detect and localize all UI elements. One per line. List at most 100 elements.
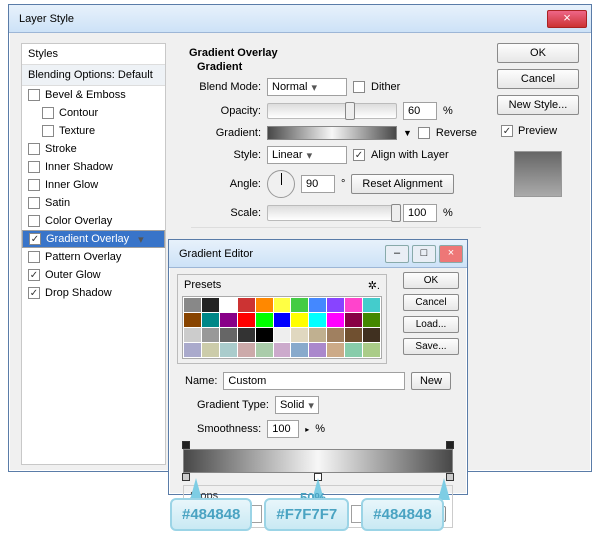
dither-checkbox[interactable] [353,81,365,93]
blend-mode-select[interactable]: Normal [267,78,347,96]
name-input[interactable]: Custom [223,372,405,390]
angle-dial[interactable] [267,170,295,198]
preset-swatch[interactable] [202,328,219,342]
opacity-stop-right[interactable] [446,441,454,449]
style-item[interactable]: Satin [22,194,165,212]
style-item[interactable]: Texture [22,122,165,140]
preset-swatch[interactable] [274,298,291,312]
preset-swatch[interactable] [184,343,201,357]
preset-swatch[interactable] [309,298,326,312]
gradient-bar[interactable] [183,449,453,473]
preset-swatch[interactable] [184,313,201,327]
preset-swatch[interactable] [202,343,219,357]
preset-swatch[interactable] [363,343,380,357]
ge-save-button[interactable]: Save... [403,338,459,355]
align-checkbox[interactable]: ✓ [353,149,365,161]
preset-swatch[interactable] [202,313,219,327]
style-checkbox[interactable]: ✓ [29,233,41,245]
style-item[interactable]: Pattern Overlay [22,248,165,266]
preset-swatch[interactable] [274,343,291,357]
ge-load-button[interactable]: Load... [403,316,459,333]
style-item[interactable]: ✓Drop Shadow [22,284,165,302]
style-item[interactable]: ✓Outer Glow [22,266,165,284]
preset-swatch[interactable] [345,313,362,327]
preset-swatch[interactable] [309,313,326,327]
preset-swatch[interactable] [202,298,219,312]
preset-swatch[interactable] [363,298,380,312]
style-checkbox[interactable] [28,251,40,263]
ge-close-icon[interactable]: × [439,245,463,263]
scale-value[interactable]: 100 [403,204,437,222]
style-checkbox[interactable] [28,161,40,173]
preset-swatch[interactable] [274,328,291,342]
preset-swatch[interactable] [309,343,326,357]
gradient-preview[interactable] [267,126,397,140]
preset-swatch[interactable] [309,328,326,342]
styles-header[interactable]: Styles [22,44,165,65]
preset-swatch[interactable] [291,298,308,312]
preset-swatch[interactable] [256,298,273,312]
angle-value[interactable]: 90 [301,175,335,193]
style-checkbox[interactable]: ✓ [28,287,40,299]
style-checkbox[interactable]: ✓ [28,269,40,281]
styles-subheader[interactable]: Blending Options: Default [22,65,165,86]
style-item[interactable]: Stroke [22,140,165,158]
style-checkbox[interactable] [28,143,40,155]
ge-ok-button[interactable]: OK [403,272,459,289]
opacity-value[interactable]: 60 [403,102,437,120]
preset-swatch[interactable] [327,343,344,357]
ge-cancel-button[interactable]: Cancel [403,294,459,311]
opacity-stop-left[interactable] [182,441,190,449]
minimize-icon[interactable]: – [385,245,409,263]
gradient-type-select[interactable]: Solid [275,396,319,414]
preset-swatch[interactable] [291,328,308,342]
close-icon[interactable]: × [547,10,587,28]
preset-swatch[interactable] [238,343,255,357]
preset-swatch[interactable] [363,313,380,327]
preset-swatch[interactable] [345,343,362,357]
style-item[interactable]: Color Overlay [22,212,165,230]
style-checkbox[interactable] [42,125,54,137]
preset-swatch[interactable] [327,313,344,327]
reverse-checkbox[interactable] [418,127,430,139]
preset-swatch[interactable] [220,343,237,357]
preview-checkbox[interactable]: ✓ [501,125,513,137]
smoothness-value[interactable]: 100 [267,420,299,438]
style-item[interactable]: Contour [22,104,165,122]
style-item[interactable]: Bevel & Emboss [22,86,165,104]
style-select[interactable]: Linear [267,146,347,164]
preset-swatch[interactable] [291,313,308,327]
style-checkbox[interactable] [28,179,40,191]
preset-swatch[interactable] [327,298,344,312]
style-checkbox[interactable] [28,89,40,101]
preset-swatch[interactable] [238,298,255,312]
style-checkbox[interactable] [28,197,40,209]
opacity-slider[interactable] [267,103,397,119]
scale-slider[interactable] [267,205,397,221]
preset-swatch[interactable] [327,328,344,342]
preset-swatch[interactable] [256,313,273,327]
preset-swatch[interactable] [184,298,201,312]
style-item[interactable]: Inner Shadow [22,158,165,176]
preset-swatch[interactable] [256,343,273,357]
cancel-button[interactable]: Cancel [497,69,579,89]
preset-swatch[interactable] [291,343,308,357]
preset-swatch[interactable] [363,328,380,342]
reset-alignment-button[interactable]: Reset Alignment [351,174,453,194]
preset-swatch[interactable] [345,298,362,312]
style-item[interactable]: ✓Gradient Overlay [22,230,165,248]
color-stop-left[interactable] [182,473,190,481]
preset-swatch[interactable] [220,298,237,312]
preset-swatch[interactable] [238,313,255,327]
preset-swatch[interactable] [184,328,201,342]
ok-button[interactable]: OK [497,43,579,63]
gear-icon[interactable]: ✲. [368,279,380,292]
new-style-button[interactable]: New Style... [497,95,579,115]
style-checkbox[interactable] [28,215,40,227]
maximize-icon[interactable]: □ [412,245,436,263]
preset-swatch[interactable] [220,313,237,327]
style-item[interactable]: Inner Glow [22,176,165,194]
preset-swatch[interactable] [220,328,237,342]
preset-swatch[interactable] [345,328,362,342]
style-checkbox[interactable] [42,107,54,119]
